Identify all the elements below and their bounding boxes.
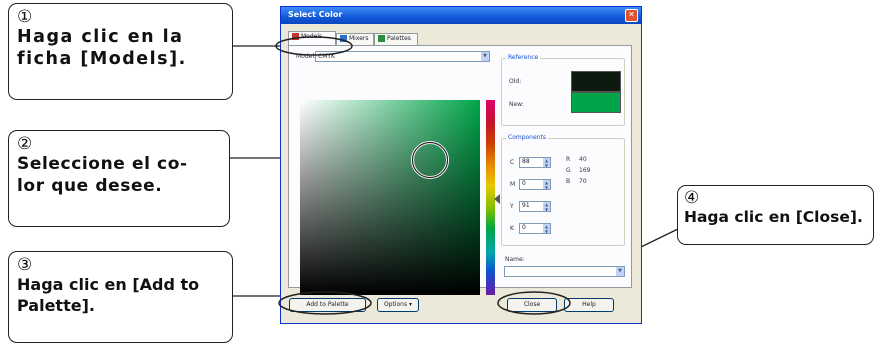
highlight-color-picker-outline [411,141,449,179]
highlight-models-tab [275,36,353,56]
highlight-add-to-palette [278,291,372,315]
highlight-markers [275,36,571,315]
highlight-close-button [497,291,571,315]
